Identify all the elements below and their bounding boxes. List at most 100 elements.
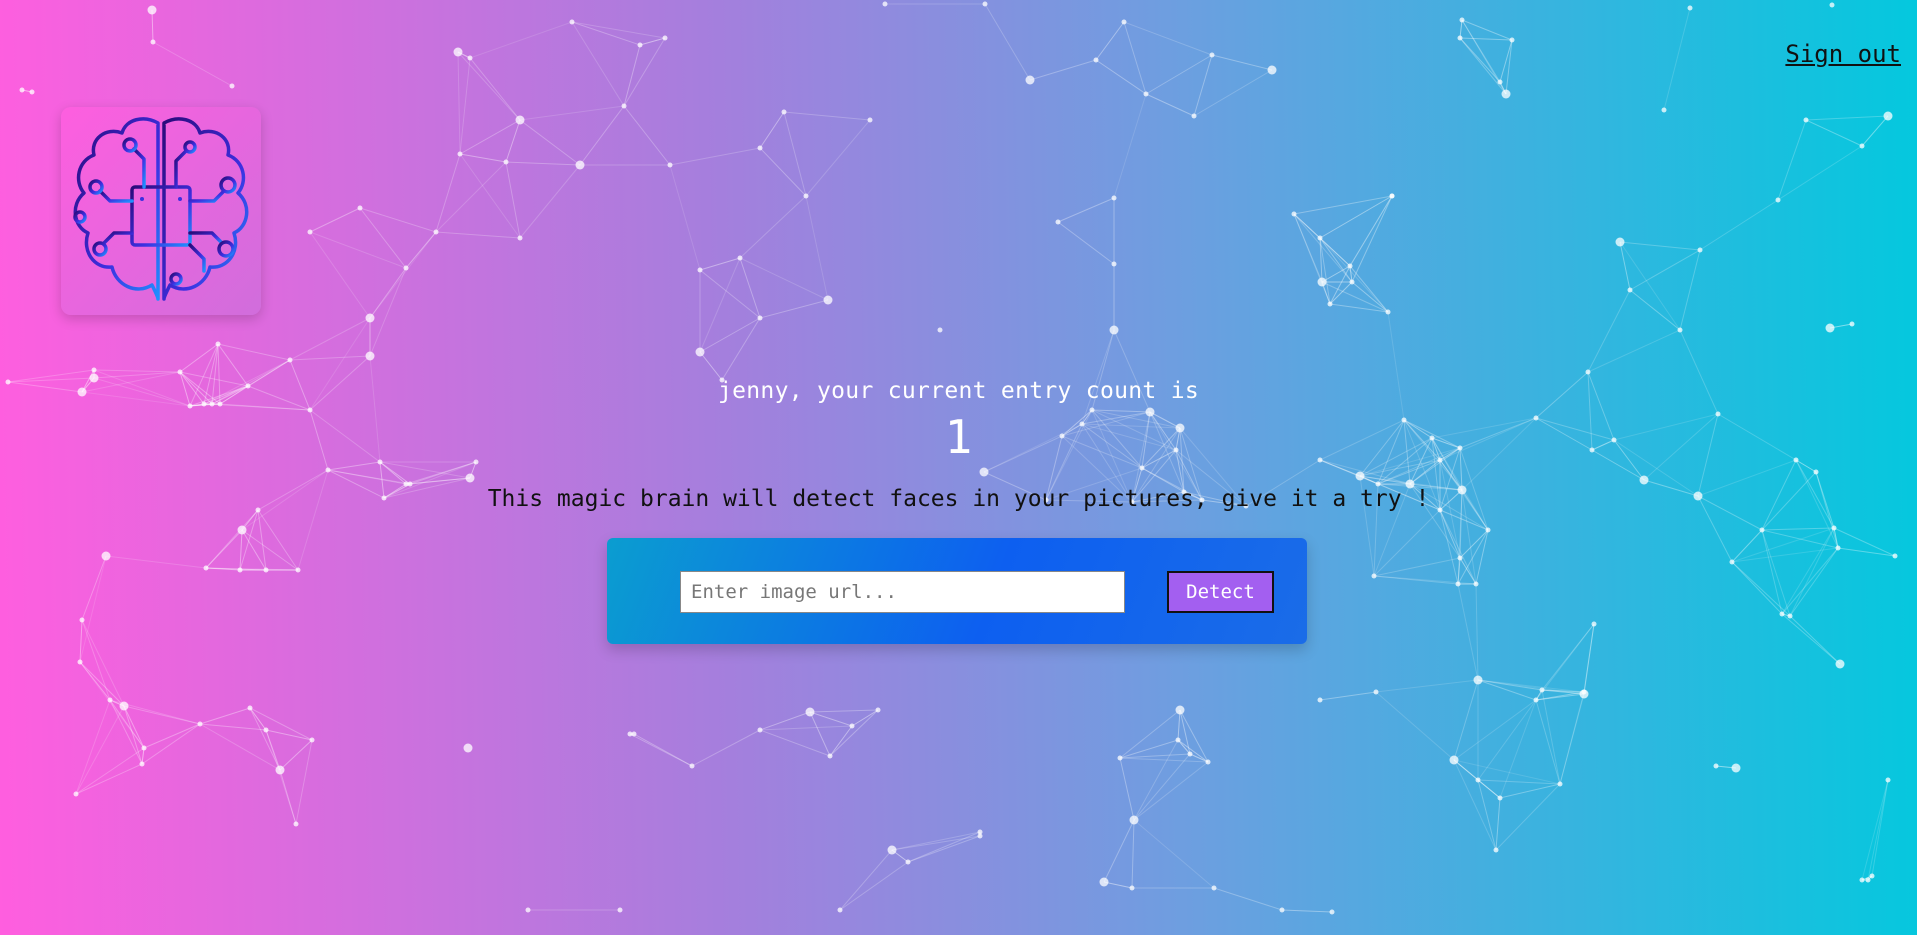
- particle-node: [1473, 581, 1479, 587]
- particle-node: [757, 315, 763, 321]
- particle-link: [1349, 195, 1393, 267]
- particle-link: [623, 37, 666, 107]
- particle-node: [621, 103, 627, 109]
- particle-link: [189, 403, 205, 407]
- particle-link: [739, 257, 761, 319]
- particle-link: [79, 555, 107, 663]
- particle-node: [1455, 581, 1461, 587]
- particle-link: [459, 119, 521, 155]
- particle-link: [1453, 759, 1479, 781]
- particle-link: [359, 207, 407, 269]
- particle-link: [1373, 509, 1441, 577]
- particle-link: [1461, 19, 1501, 83]
- particle-link: [1145, 93, 1195, 117]
- particle-link: [1439, 509, 1489, 531]
- particle-link: [205, 529, 243, 569]
- particle-node: [1459, 17, 1465, 23]
- particle-link: [1319, 237, 1353, 283]
- particle-node: [1129, 885, 1135, 891]
- particle-node: [403, 265, 409, 271]
- particle-link: [1319, 237, 1389, 313]
- particle-link: [1145, 54, 1213, 95]
- particle-link: [435, 231, 521, 239]
- particle-link: [1867, 779, 1889, 881]
- particle-node: [1485, 527, 1491, 533]
- particle-link: [739, 257, 829, 301]
- particle-node: [247, 705, 253, 711]
- particle-link: [1535, 691, 1585, 701]
- particle-link: [1095, 21, 1125, 61]
- particle-link: [1861, 779, 1889, 881]
- particle-link: [241, 509, 259, 531]
- particle-link: [1373, 557, 1461, 577]
- particle-link: [721, 317, 761, 381]
- particle-node: [1533, 697, 1539, 703]
- particle-link: [1131, 819, 1135, 889]
- particle-link: [1777, 145, 1863, 201]
- particle-node: [823, 295, 833, 305]
- particle-link: [289, 317, 371, 361]
- particle-node: [203, 565, 209, 571]
- particle-node: [465, 473, 475, 483]
- particle-node: [295, 567, 301, 573]
- particle-link: [469, 461, 477, 479]
- particle-link: [459, 153, 521, 239]
- particle-link: [1477, 679, 1585, 693]
- particle-link: [1133, 753, 1191, 821]
- particle-link: [1781, 527, 1835, 615]
- particle-link: [639, 37, 666, 46]
- intro-text: This magic brain will detect faces in yo…: [487, 486, 1430, 512]
- particle-link: [1833, 527, 1839, 549]
- particle-link: [851, 709, 879, 727]
- particle-link: [109, 699, 125, 707]
- particle-link: [1453, 679, 1479, 761]
- sign-out-link[interactable]: Sign out: [1785, 40, 1901, 68]
- particle-node: [1457, 35, 1463, 41]
- particle-link: [1583, 623, 1595, 695]
- particle-link: [1477, 779, 1501, 799]
- detect-button[interactable]: Detect: [1167, 571, 1274, 613]
- particle-node: [1813, 469, 1819, 475]
- particle-link: [1123, 21, 1147, 95]
- particle-link: [297, 469, 329, 571]
- particle-link: [369, 267, 407, 319]
- particle-link: [1119, 753, 1191, 759]
- image-url-input[interactable]: [680, 571, 1125, 613]
- particle-link: [81, 619, 125, 707]
- particle-link: [1781, 547, 1839, 615]
- particle-link: [109, 699, 145, 749]
- particle-node: [1501, 89, 1511, 99]
- particle-node: [275, 765, 285, 775]
- particle-link: [1477, 779, 1497, 851]
- particle-node: [737, 255, 743, 261]
- particle-link: [1837, 547, 1896, 557]
- particle-node: [662, 35, 668, 41]
- particle-node: [1729, 559, 1735, 565]
- particle-node: [1677, 327, 1683, 333]
- particle-node: [73, 791, 79, 797]
- particle-link: [1459, 529, 1489, 559]
- particle-link: [1761, 527, 1835, 531]
- particle-node: [1591, 621, 1597, 627]
- particle-link: [1351, 195, 1393, 283]
- particle-node: [1109, 325, 1119, 335]
- particle-link: [1439, 509, 1459, 585]
- particle-link: [1189, 753, 1209, 763]
- particle-node: [1389, 193, 1395, 199]
- particle-link: [369, 267, 407, 357]
- particle-link: [1619, 241, 1701, 251]
- particle-link: [205, 567, 299, 571]
- particle-link: [1541, 623, 1595, 691]
- particle-node: [1329, 909, 1335, 915]
- particle-link: [469, 21, 573, 59]
- particle-node: [1389, 193, 1395, 199]
- particle-link: [891, 835, 981, 851]
- particle-node: [1627, 287, 1633, 293]
- particle-link: [1629, 289, 1681, 331]
- particle-node: [467, 55, 473, 61]
- particle-node: [937, 327, 943, 333]
- particle-link: [75, 747, 145, 795]
- particle-link: [805, 119, 871, 197]
- particle-node: [357, 205, 363, 211]
- particle-link: [519, 119, 581, 166]
